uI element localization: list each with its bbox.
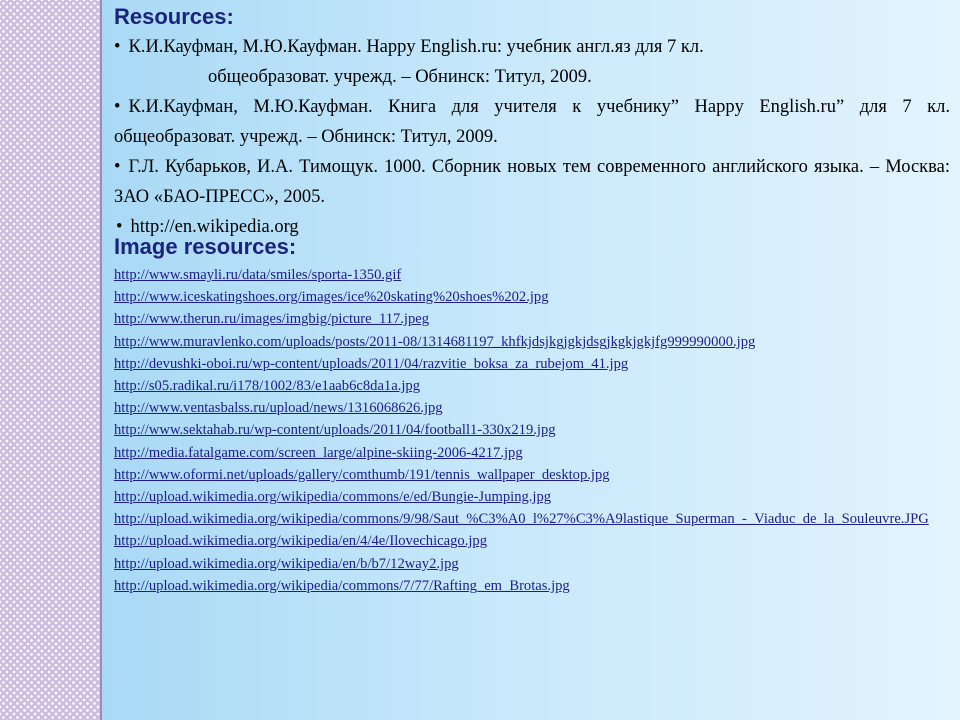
image-link[interactable]: http://upload.wikimedia.org/wikipedia/en… bbox=[114, 553, 950, 575]
image-link[interactable]: http://upload.wikimedia.org/wikipedia/co… bbox=[114, 508, 950, 530]
resource-text: К.И.Кауфман, М.Ю.Кауфман. Книга для учит… bbox=[114, 97, 950, 147]
bullet-icon: • bbox=[114, 157, 121, 177]
image-link[interactable]: http://upload.wikimedia.org/wikipedia/en… bbox=[114, 530, 950, 552]
image-links-list: http://www.smayli.ru/data/smiles/sporta-… bbox=[114, 264, 950, 597]
image-link[interactable]: http://www.muravlenko.com/uploads/posts/… bbox=[114, 331, 950, 353]
image-link[interactable]: http://www.therun.ru/images/imgbig/pictu… bbox=[114, 308, 950, 330]
resource-text: Г.Л. Кубарьков, И.А. Тимощук. 1000. Сбор… bbox=[114, 157, 950, 207]
decorative-side-strip bbox=[0, 0, 102, 720]
resources-list: • К.И.Кауфман, М.Ю.Кауфман. Happy English… bbox=[114, 32, 950, 242]
image-link[interactable]: http://www.sektahab.ru/wp-content/upload… bbox=[114, 419, 950, 441]
resource-item-2: • К.И.Кауфман, М.Ю.Кауфман. Книга для учи… bbox=[114, 92, 950, 152]
image-resources-heading: Image resources: bbox=[114, 234, 297, 259]
image-link[interactable]: http://www.ventasbalss.ru/upload/news/13… bbox=[114, 397, 950, 419]
image-link[interactable]: http://upload.wikimedia.org/wikipedia/co… bbox=[114, 575, 950, 597]
resource-item-3: • Г.Л. Кубарьков, И.А. Тимощук. 1000. Сбо… bbox=[114, 152, 950, 212]
resources-heading: Resources: bbox=[114, 4, 234, 29]
image-link[interactable]: http://www.oformi.net/uploads/gallery/co… bbox=[114, 464, 950, 486]
resource-item-1: • К.И.Кауфман, М.Ю.Кауфман. Happy English… bbox=[114, 32, 950, 92]
resource-text-continued: общеобразоват. учрежд. – Обнинск: Титул,… bbox=[208, 67, 592, 87]
image-link[interactable]: http://s05.radikal.ru/i178/1002/83/e1aab… bbox=[114, 375, 950, 397]
image-link[interactable]: http://www.iceskatingshoes.org/images/ic… bbox=[114, 286, 950, 308]
bullet-icon: • bbox=[114, 37, 121, 57]
image-link[interactable]: http://devushki-oboi.ru/wp-content/uploa… bbox=[114, 353, 950, 375]
image-link[interactable]: http://media.fatalgame.com/screen_large/… bbox=[114, 442, 950, 464]
resource-text: К.И.Кауфман, М.Ю.Кауфман. Happy English.… bbox=[128, 37, 704, 57]
image-link[interactable]: http://upload.wikimedia.org/wikipedia/co… bbox=[114, 486, 950, 508]
image-link[interactable]: http://www.smayli.ru/data/smiles/sporta-… bbox=[114, 264, 950, 286]
bullet-icon: • bbox=[114, 97, 121, 117]
